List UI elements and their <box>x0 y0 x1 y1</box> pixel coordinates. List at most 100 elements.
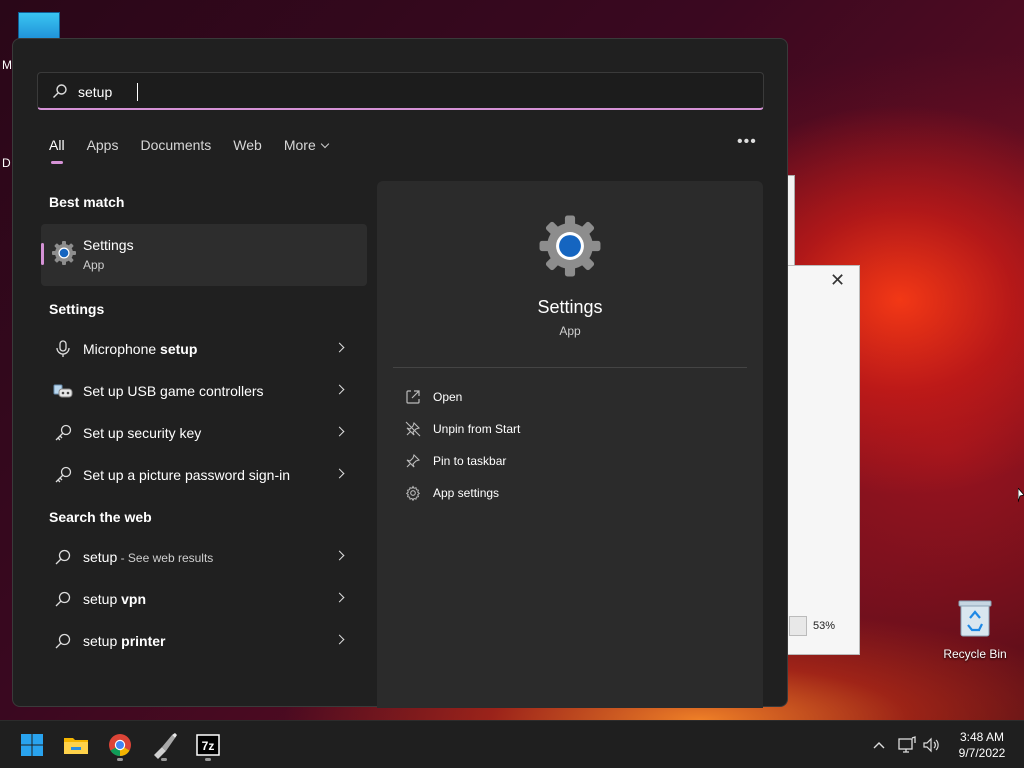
clock-date: 9/7/2022 <box>958 746 1006 760</box>
7zip-label: 7z <box>202 739 215 753</box>
mouse-cursor-icon <box>1018 488 1024 503</box>
best-match-result[interactable]: Settings App <box>41 224 367 286</box>
tab-all[interactable]: All <box>49 137 65 165</box>
result-label: Set up a picture password sign-in <box>83 467 290 483</box>
chevron-up-icon <box>873 742 885 749</box>
settings-result-picture-password[interactable]: Set up a picture password sign-in <box>41 455 367 495</box>
action-label: App settings <box>433 486 500 500</box>
recycle-bin-label: Recycle Bin <box>943 647 1007 661</box>
taskbar-file-explorer[interactable] <box>60 729 92 761</box>
result-label: setup printer <box>83 633 166 649</box>
start-button[interactable] <box>16 729 48 761</box>
search-icon <box>55 549 71 565</box>
open-icon <box>406 390 420 404</box>
tab-more-label: More <box>283 137 316 153</box>
chevron-right-icon <box>334 384 345 395</box>
close-icon[interactable]: ✕ <box>830 270 845 291</box>
action-unpin-from-start[interactable]: Unpin from Start <box>401 417 731 441</box>
result-label: setup - See web results <box>83 549 214 565</box>
chevron-right-icon <box>334 592 345 603</box>
7zip-icon: 7z <box>196 734 220 756</box>
volume-control[interactable] <box>921 735 941 755</box>
gear-icon <box>405 485 421 501</box>
settings-section-heading: Settings <box>49 301 105 317</box>
network-icon <box>898 736 916 753</box>
result-label: Microphone setup <box>83 341 198 357</box>
desktop-icon-label-fragment: M <box>2 58 12 72</box>
result-preview-pane: Settings App Open Unpin from Start Pin t… <box>377 181 763 708</box>
chevron-right-icon <box>334 468 345 479</box>
file-explorer-icon <box>64 738 88 754</box>
action-pin-to-taskbar[interactable]: Pin to taskbar <box>401 449 731 473</box>
search-icon <box>55 633 71 649</box>
chevron-right-icon <box>334 550 345 561</box>
tab-apps[interactable]: Apps <box>87 137 119 165</box>
chrome-icon <box>109 734 131 756</box>
taskbar: 7z 3:48 AM 9/7/2022 <box>0 720 1024 768</box>
result-label: Set up USB game controllers <box>83 383 264 399</box>
search-filter-tabs: All Apps Documents Web More <box>49 137 350 165</box>
best-match-subtitle: App <box>83 258 105 272</box>
settings-result-microphone-setup[interactable]: Microphone setup <box>41 329 367 369</box>
action-label: Open <box>433 390 463 404</box>
more-options-icon[interactable]: ••• <box>737 133 757 151</box>
running-indicator <box>117 758 123 761</box>
tab-more[interactable]: More <box>283 137 329 165</box>
background-dialog[interactable]: ✕ 53% <box>786 265 860 655</box>
show-hidden-icons-button[interactable] <box>869 735 889 755</box>
search-icon <box>55 591 71 607</box>
preview-title: Settings <box>537 297 603 317</box>
start-icon <box>21 734 43 756</box>
network-status[interactable] <box>897 735 917 755</box>
action-label: Pin to taskbar <box>433 454 507 468</box>
progress-bar <box>789 616 807 636</box>
selection-indicator <box>41 243 44 265</box>
settings-gear-icon <box>539 215 601 277</box>
app-icon <box>154 733 177 759</box>
search-web-heading: Search the web <box>49 509 152 525</box>
preview-subtitle: App <box>559 324 581 338</box>
tab-web[interactable]: Web <box>233 137 262 165</box>
result-label: setup vpn <box>83 591 147 607</box>
best-match-heading: Best match <box>49 194 125 210</box>
taskbar-chrome[interactable] <box>104 729 136 761</box>
chevron-right-icon <box>334 342 345 353</box>
unpin-icon <box>405 421 421 437</box>
result-label: Set up security key <box>83 425 202 441</box>
action-label: Unpin from Start <box>433 422 521 436</box>
start-menu: All Apps Documents Web More ••• Best mat… <box>12 38 788 708</box>
search-box[interactable] <box>37 72 764 110</box>
pin-icon <box>406 453 421 468</box>
clock-time: 3:48 AM <box>959 730 1005 744</box>
web-result-setup[interactable]: setup - See web results <box>41 537 367 577</box>
key-icon <box>55 424 72 441</box>
desktop-icon-label-fragment: D <box>2 156 11 170</box>
text-caret <box>137 83 138 101</box>
taskbar-7zip[interactable]: 7z <box>192 729 224 761</box>
tab-documents[interactable]: Documents <box>140 137 211 165</box>
running-indicator <box>161 758 167 761</box>
settings-result-security-key[interactable]: Set up security key <box>41 413 367 453</box>
divider <box>393 367 747 368</box>
chevron-down-icon <box>320 139 329 149</box>
game-controller-icon <box>53 384 73 398</box>
web-result-setup-vpn[interactable]: setup vpn <box>41 579 367 619</box>
search-input[interactable] <box>78 79 738 105</box>
search-icon <box>53 84 67 98</box>
action-app-settings[interactable]: App settings <box>401 481 731 505</box>
recycle-bin[interactable]: Recycle Bin <box>942 598 1008 661</box>
microphone-icon <box>56 340 70 357</box>
progress-percent: 53% <box>813 620 836 632</box>
volume-icon <box>923 737 939 753</box>
recycle-bin-icon <box>958 600 992 637</box>
action-open[interactable]: Open <box>401 385 731 409</box>
settings-result-usb-game-controllers[interactable]: Set up USB game controllers <box>41 371 367 411</box>
settings-gear-icon <box>52 241 76 265</box>
web-result-setup-printer[interactable]: setup printer <box>41 621 367 661</box>
key-icon <box>55 466 72 483</box>
chevron-right-icon <box>334 426 345 437</box>
chevron-right-icon <box>334 634 345 645</box>
best-match-title: Settings <box>83 237 134 253</box>
system-clock[interactable]: 3:48 AM 9/7/2022 <box>944 729 1020 761</box>
taskbar-app[interactable] <box>148 729 180 761</box>
